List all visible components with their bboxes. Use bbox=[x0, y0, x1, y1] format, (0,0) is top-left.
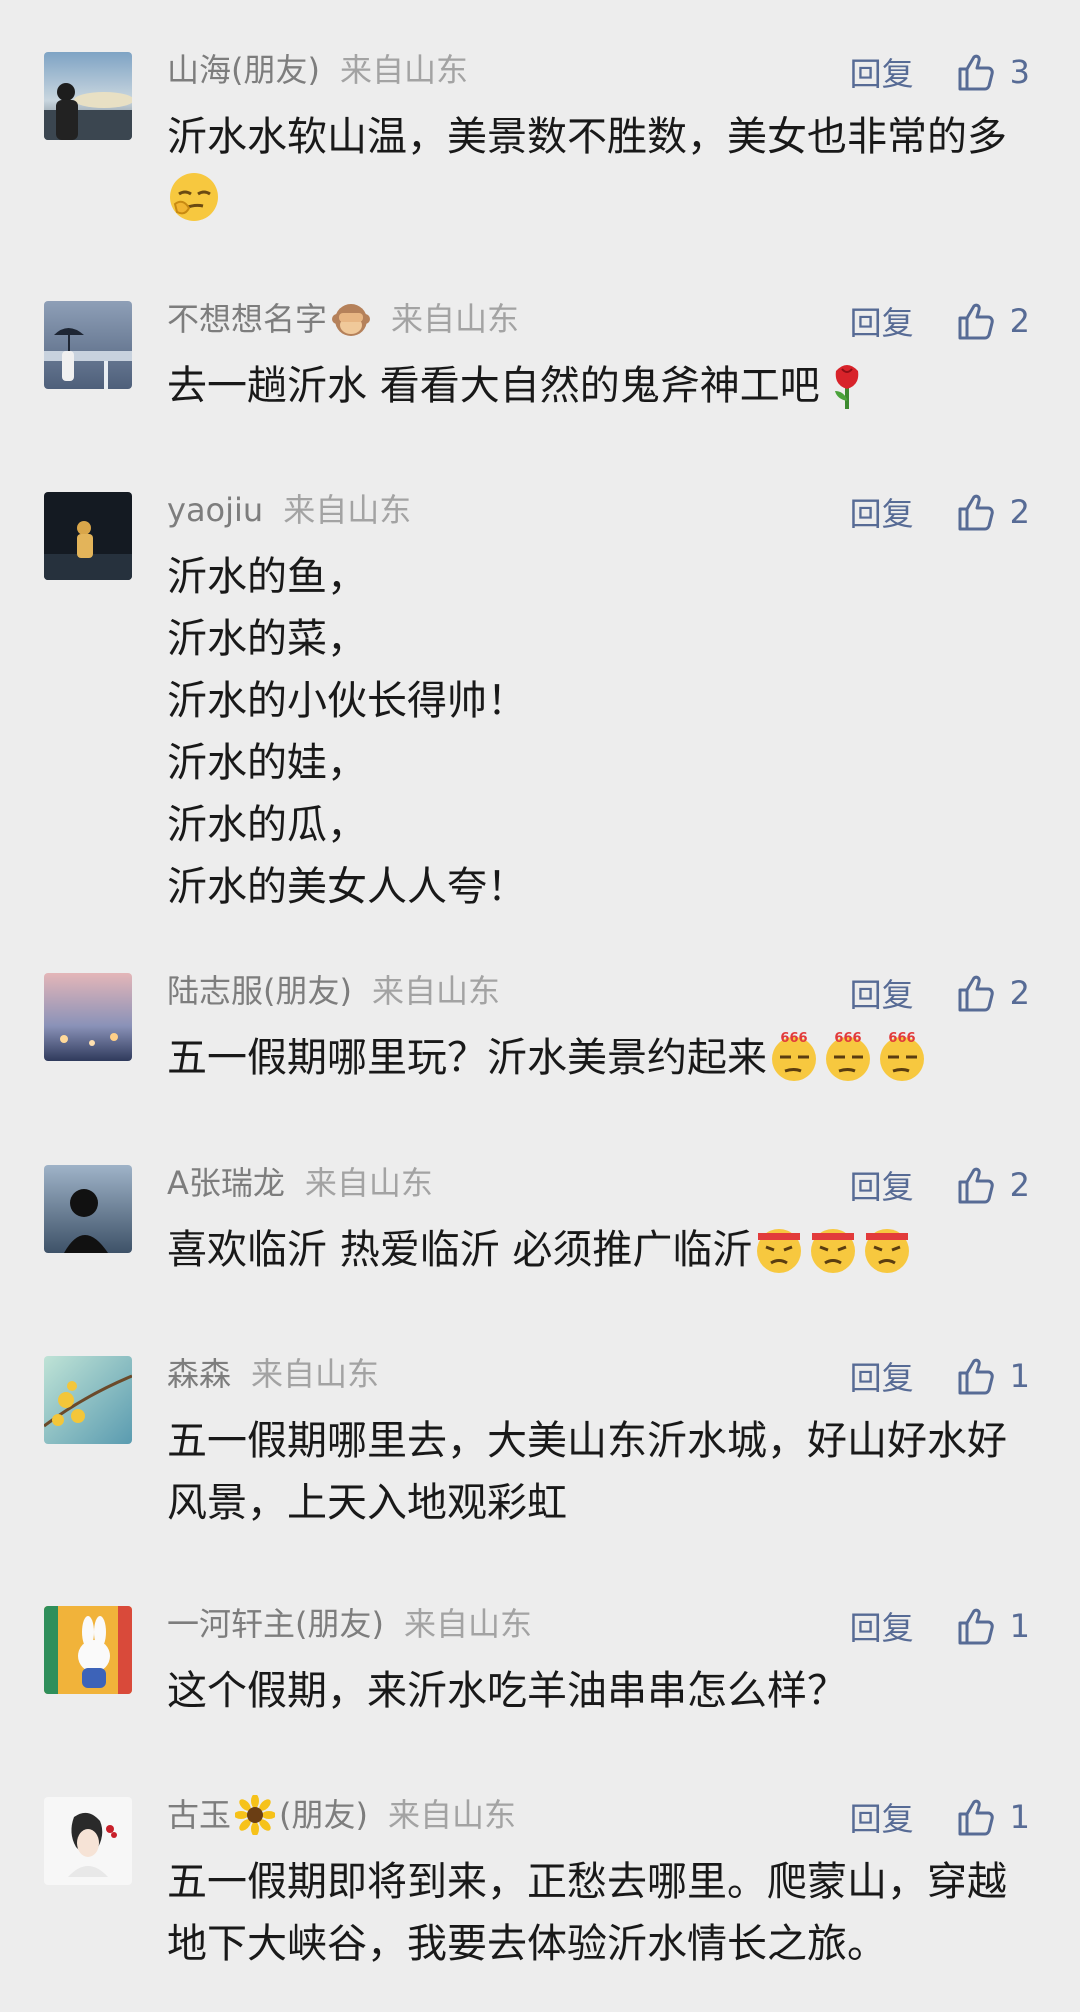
fighting-emoji bbox=[757, 1229, 802, 1273]
location-label: 来自山东 bbox=[391, 300, 520, 338]
avatar[interactable] bbox=[44, 1606, 132, 1694]
thumbs-up-icon[interactable] bbox=[954, 1796, 996, 1838]
user-name[interactable]: 一河轩主(朋友) bbox=[167, 1606, 384, 1642]
666-emoji: 666 bbox=[772, 1031, 816, 1081]
reply-button[interactable]: 回复 bbox=[850, 1603, 914, 1649]
user-name[interactable]: 不想想名字 bbox=[167, 301, 327, 337]
location-label: 来自山东 bbox=[339, 51, 468, 89]
user-name-suffix: (朋友) bbox=[279, 1796, 368, 1834]
fighting-emoji bbox=[865, 1229, 910, 1273]
thumbs-up-icon[interactable] bbox=[954, 1355, 996, 1397]
avatar[interactable] bbox=[44, 492, 132, 580]
comment-text: 沂水水软山温，美景数不胜数，美女也非常的多 bbox=[167, 106, 1012, 230]
location-label: 来自山东 bbox=[283, 491, 412, 529]
comment-header: 古玉 (朋友) 来自山东 bbox=[167, 1795, 517, 1835]
comment-text: 沂水的鱼， 沂水的菜， 沂水的小伙长得帅！ 沂水的娃， 沂水的瓜， 沂水的美女人… bbox=[167, 554, 527, 910]
avatar[interactable] bbox=[44, 973, 132, 1061]
reply-button[interactable]: 回复 bbox=[850, 298, 914, 344]
comment-header: 山海(朋友) 来自山东 bbox=[167, 52, 468, 88]
comment-text: 去一趟沂水 看看大自然的鬼斧神工吧 bbox=[167, 355, 1012, 417]
sunflower-emoji bbox=[235, 1795, 276, 1835]
reply-button[interactable]: 回复 bbox=[850, 1794, 914, 1840]
like-count: 2 bbox=[1009, 302, 1030, 340]
comment-header: yaojiu 来自山东 bbox=[167, 492, 411, 528]
user-name[interactable]: 山海(朋友) bbox=[167, 52, 320, 88]
svg-text:666: 666 bbox=[780, 1031, 807, 1046]
like-count: 2 bbox=[1009, 974, 1030, 1012]
comment-header: 不想想名字 来自山东 bbox=[167, 301, 519, 337]
location-label: 来自山东 bbox=[388, 1796, 517, 1834]
user-name[interactable]: yaojiu bbox=[167, 492, 263, 528]
avatar[interactable] bbox=[44, 301, 132, 389]
smirk-emoji bbox=[170, 173, 218, 221]
thumbs-up-icon[interactable] bbox=[954, 1605, 996, 1647]
666-emoji: 666 bbox=[826, 1031, 870, 1081]
rose-emoji bbox=[834, 365, 858, 409]
comment-text: 五一假期即将到来，正愁去哪里。爬蒙山，穿越地下大峡谷，我要去体验沂水情长之旅。 bbox=[167, 1859, 1007, 1967]
user-name[interactable]: 森森 bbox=[167, 1356, 231, 1392]
like-count: 1 bbox=[1009, 1798, 1030, 1836]
like-count: 2 bbox=[1009, 493, 1030, 531]
fighting-emoji bbox=[811, 1229, 856, 1273]
like-count: 3 bbox=[1009, 53, 1030, 91]
svg-text:666: 666 bbox=[834, 1031, 861, 1046]
thumbs-up-icon[interactable] bbox=[954, 972, 996, 1014]
thumbs-up-icon[interactable] bbox=[954, 300, 996, 342]
comment-actions: 回复 1 bbox=[850, 1794, 1030, 1840]
thumbs-up-icon[interactable] bbox=[954, 491, 996, 533]
user-name[interactable]: A张瑞龙 bbox=[167, 1165, 285, 1201]
comment-text: 五一假期哪里去，大美山东沂水城，好山好水好风景，上天入地观彩虹 bbox=[167, 1418, 1007, 1526]
location-label: 来自山东 bbox=[304, 1164, 433, 1202]
thumbs-up-icon[interactable] bbox=[954, 51, 996, 93]
comment-actions: 回复 1 bbox=[850, 1353, 1030, 1399]
comment-actions: 回复 2 bbox=[850, 298, 1030, 344]
reply-button[interactable]: 回复 bbox=[850, 1162, 914, 1208]
comment-text: 五一假期哪里玩？沂水美景约起来 666 666 666 bbox=[167, 1027, 1012, 1089]
see-no-evil-monkey-emoji bbox=[332, 304, 371, 336]
reply-button[interactable]: 回复 bbox=[850, 489, 914, 535]
avatar[interactable] bbox=[44, 1356, 132, 1444]
thumbs-up-icon[interactable] bbox=[954, 1164, 996, 1206]
avatar[interactable] bbox=[44, 52, 132, 140]
reply-button[interactable]: 回复 bbox=[850, 49, 914, 95]
666-emoji: 666 bbox=[880, 1031, 924, 1081]
reply-button[interactable]: 回复 bbox=[850, 970, 914, 1016]
location-label: 来自山东 bbox=[371, 972, 500, 1010]
comment-actions: 回复 2 bbox=[850, 970, 1030, 1016]
comment-text: 这个假期，来沂水吃羊油串串怎么样？ bbox=[167, 1668, 847, 1714]
avatar[interactable] bbox=[44, 1797, 132, 1885]
comment-text: 喜欢临沂 热爱临沂 必须推广临沂 bbox=[167, 1219, 1012, 1281]
comment-header: 一河轩主(朋友) 来自山东 bbox=[167, 1606, 532, 1642]
svg-text:666: 666 bbox=[888, 1031, 915, 1046]
reply-button[interactable]: 回复 bbox=[850, 1353, 914, 1399]
comment-header: 陆志服(朋友) 来自山东 bbox=[167, 973, 500, 1009]
comment-actions: 回复 2 bbox=[850, 1162, 1030, 1208]
location-label: 来自山东 bbox=[251, 1355, 380, 1393]
like-count: 2 bbox=[1009, 1166, 1030, 1204]
comment-actions: 回复 3 bbox=[850, 49, 1030, 95]
comment-actions: 回复 2 bbox=[850, 489, 1030, 535]
like-count: 1 bbox=[1009, 1357, 1030, 1395]
comment-actions: 回复 1 bbox=[850, 1603, 1030, 1649]
like-count: 1 bbox=[1009, 1607, 1030, 1645]
comment-header: 森森 来自山东 bbox=[167, 1356, 379, 1392]
user-name[interactable]: 陆志服(朋友) bbox=[167, 973, 352, 1009]
location-label: 来自山东 bbox=[403, 1605, 532, 1643]
user-name[interactable]: 古玉 bbox=[167, 1797, 231, 1833]
avatar[interactable] bbox=[44, 1165, 132, 1253]
comment-header: A张瑞龙 来自山东 bbox=[167, 1165, 433, 1201]
